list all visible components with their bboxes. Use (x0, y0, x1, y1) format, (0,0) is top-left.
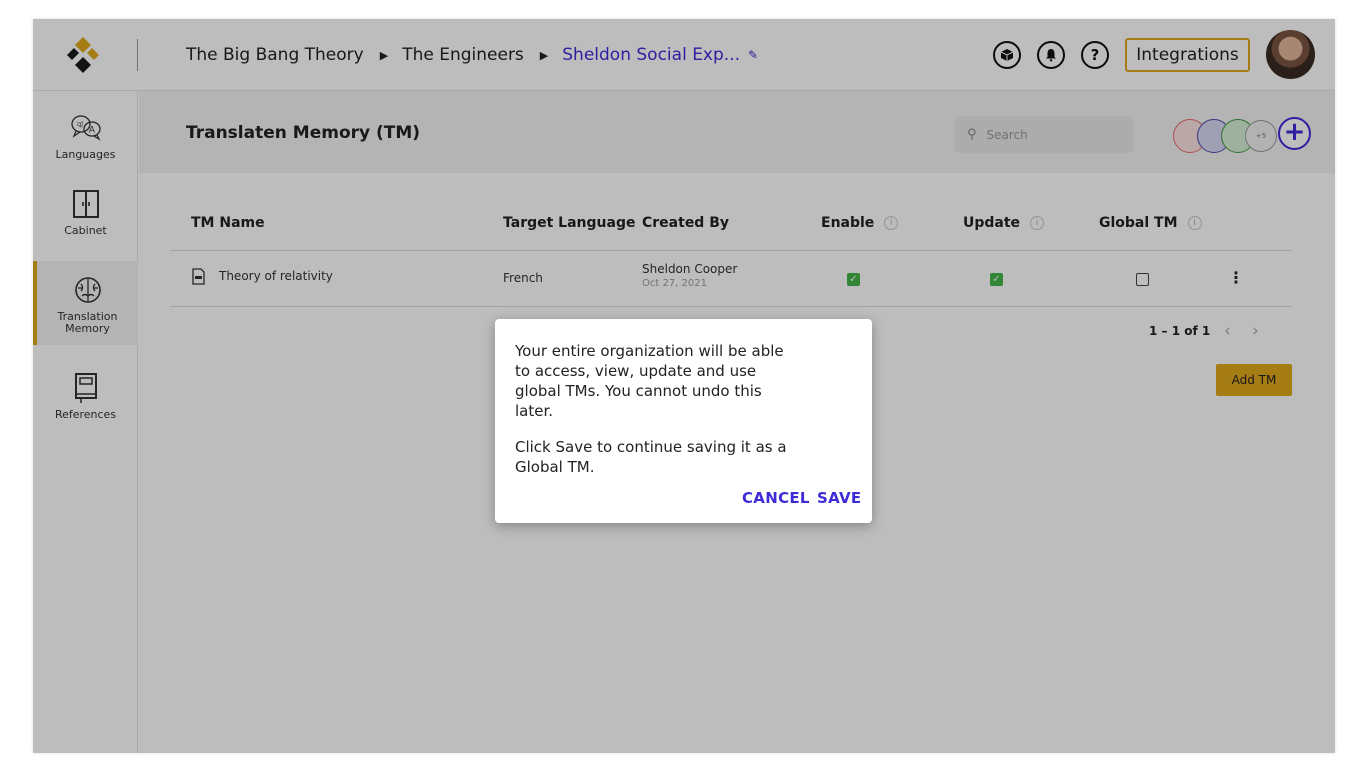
dialog-message: Your entire organization will be able to… (515, 342, 784, 420)
dialog-message-save: Click Save to continue saving it as a Gl… (515, 438, 787, 476)
app-window: The Big Bang Theory ▶ The Engineers ▶ Sh… (33, 19, 1335, 753)
save-button[interactable]: SAVE (817, 489, 861, 507)
cancel-button[interactable]: CANCEL (742, 489, 810, 507)
global-tm-confirm-dialog: Your entire organization will be able to… (495, 319, 872, 523)
